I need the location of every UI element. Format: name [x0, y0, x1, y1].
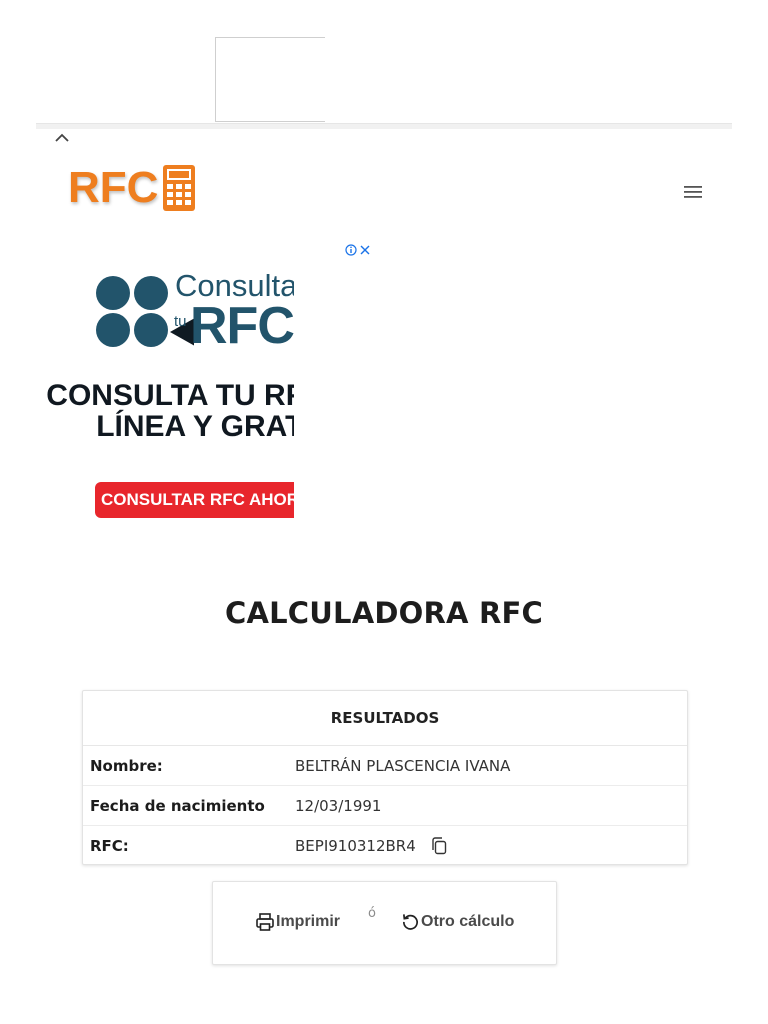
hamburger-menu-icon: [684, 186, 702, 198]
ad-logo-tu: tu: [174, 313, 187, 330]
copy-icon: [432, 837, 446, 855]
row-value-rfc: BEPI910312BR4: [295, 837, 448, 855]
calculator-icon: [163, 165, 196, 211]
results-header: RESULTADOS: [83, 691, 687, 746]
table-row: Fecha de nacimiento 12/03/1991: [83, 786, 687, 826]
ad-controls: [345, 241, 371, 260]
refresh-icon: [402, 914, 418, 930]
new-calculation-label: Otro cálculo: [421, 912, 515, 930]
row-label-rfc: RFC:: [90, 837, 129, 855]
row-value-birthdate: 12/03/1991: [295, 797, 381, 815]
ad-banner[interactable]: Consulta tu RFC CONSULTA TU RFC EN LÍNEA…: [36, 262, 294, 527]
ad-logo-rfc: RFC: [190, 297, 294, 355]
row-label-name: Nombre:: [90, 756, 163, 775]
top-divider: [36, 123, 732, 129]
print-label: Imprimir: [276, 913, 341, 930]
ad-cta-button[interactable]: CONSULTAR RFC AHORA: [95, 482, 294, 518]
ad-headline: CONSULTA TU RFC EN LÍNEA Y GRATIS: [46, 380, 294, 442]
table-row: RFC: BEPI910312BR4: [83, 826, 687, 866]
table-row: Nombre: BELTRÁN PLASCENCIA IVANA: [83, 746, 687, 786]
chevron-up-icon: [55, 133, 69, 142]
site-logo[interactable]: RFC: [68, 162, 196, 214]
row-value-name: BELTRÁN PLASCENCIA IVANA: [295, 757, 510, 775]
ad-headline-line1: CONSULTA TU RFC EN: [46, 379, 294, 412]
actions-card: Imprimir ó Otro cálculo: [212, 881, 557, 965]
printer-icon: [256, 913, 274, 931]
menu-button[interactable]: [680, 180, 706, 204]
birthdate-value: 12/03/1991: [295, 796, 382, 815]
name-value: BELTRÁN PLASCENCIA IVANA: [295, 756, 511, 775]
logo-text: RFC: [68, 163, 159, 212]
collapse-button[interactable]: [50, 128, 74, 148]
top-ad-placeholder: [215, 37, 325, 122]
rfc-value: BEPI910312BR4: [295, 837, 416, 855]
page-title: CALCULADORA RFC: [225, 596, 543, 630]
or-separator: ó: [368, 906, 376, 921]
results-card: RESULTADOS Nombre: BELTRÁN PLASCENCIA IV…: [82, 690, 688, 865]
new-calculation-button[interactable]: Otro cálculo: [401, 912, 514, 931]
ad-headline-line2: LÍNEA Y GRATIS: [96, 410, 294, 443]
info-icon[interactable]: [345, 241, 357, 260]
row-label-birthdate: Fecha de nacimiento: [90, 796, 265, 815]
print-button[interactable]: Imprimir: [255, 912, 340, 932]
copy-button[interactable]: [430, 837, 448, 855]
close-icon[interactable]: [359, 241, 371, 260]
